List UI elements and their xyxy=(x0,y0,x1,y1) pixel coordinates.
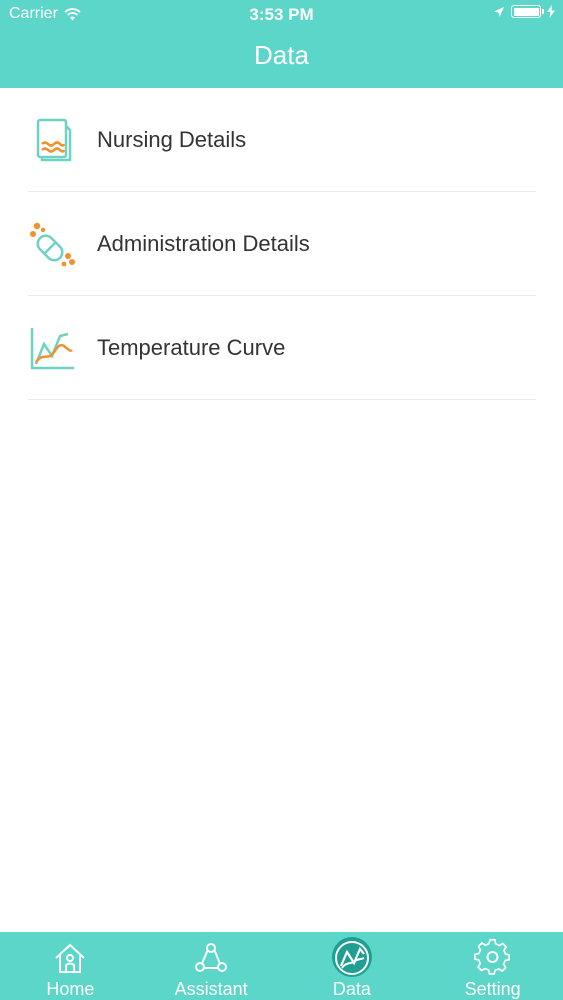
list-item-nursing-details[interactable]: Nursing Details xyxy=(0,88,563,192)
line-chart-icon xyxy=(30,328,74,370)
location-arrow-icon xyxy=(494,6,504,17)
data-chart-icon xyxy=(334,941,369,975)
tab-data[interactable]: Data xyxy=(282,932,423,1000)
pill-capsule-icon xyxy=(30,222,75,267)
tab-setting[interactable]: Setting xyxy=(422,932,563,1000)
assistant-icon xyxy=(195,943,228,972)
tab-home[interactable]: Home xyxy=(0,932,141,1000)
list-item-temperature-curve[interactable]: Temperature Curve xyxy=(0,296,563,400)
list-item-administration-details[interactable]: Administration Details xyxy=(0,192,563,296)
nursing-document-icon xyxy=(36,118,72,162)
data-menu-list: Nursing Details Administration Details T… xyxy=(0,88,563,400)
tab-label: Home xyxy=(46,979,95,999)
gear-icon xyxy=(473,938,510,975)
status-right xyxy=(493,5,555,18)
charging-bolt-icon xyxy=(547,5,555,18)
list-item-label: Administration Details xyxy=(97,231,310,256)
tab-label: Setting xyxy=(464,979,521,999)
status-time: 3:53 PM xyxy=(249,5,314,24)
tab-label: Assistant xyxy=(174,979,248,999)
list-item-label: Nursing Details xyxy=(97,127,247,152)
header: Carrier 3:53 PM Data xyxy=(0,0,563,88)
battery-icon xyxy=(511,5,544,18)
page-title: Data xyxy=(254,40,309,70)
tab-label: Data xyxy=(332,979,371,999)
tab-assistant[interactable]: Assistant xyxy=(141,932,282,1000)
home-icon xyxy=(55,943,86,973)
list-item-label: Temperature Curve xyxy=(97,335,286,360)
tab-bar: Home Assistant Data Setting xyxy=(0,932,563,1000)
status-bar: Carrier 3:53 PM xyxy=(0,0,563,30)
